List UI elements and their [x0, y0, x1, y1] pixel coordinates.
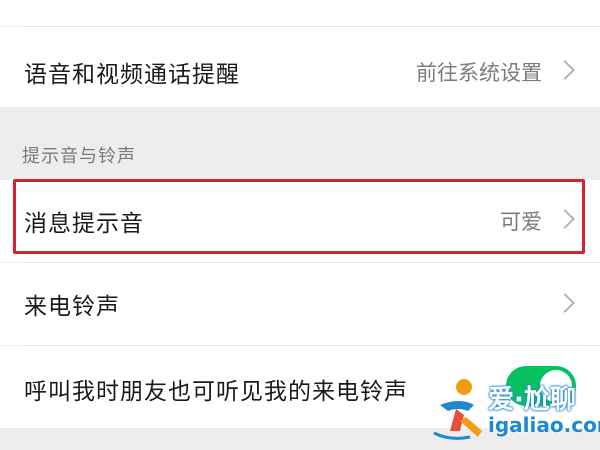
friend-hear-label: 呼叫我时朋友也可听见我的来电铃声 [24, 379, 408, 405]
ringtone-row[interactable]: 来电铃声 [0, 263, 600, 345]
chevron-right-icon [555, 60, 575, 80]
previous-row [0, 0, 600, 26]
ringtone-label: 来电铃声 [24, 294, 120, 320]
chevron-right-icon [555, 293, 575, 313]
highlight-box [13, 179, 585, 254]
call-reminder-value: 前往系统设置 [416, 61, 542, 85]
runner-icon [433, 379, 482, 440]
section-header: 提示音与铃声 [22, 146, 136, 167]
watermark-logo: 爱·尬聊 igaliao.com [430, 375, 600, 445]
watermark-url: igaliao.com [488, 413, 600, 437]
call-reminder-label: 语音和视频通话提醒 [24, 62, 240, 88]
watermark-text: 爱·尬聊 [488, 385, 576, 415]
call-reminder-row[interactable]: 语音和视频通话提醒 前往系统设置 [0, 27, 600, 107]
